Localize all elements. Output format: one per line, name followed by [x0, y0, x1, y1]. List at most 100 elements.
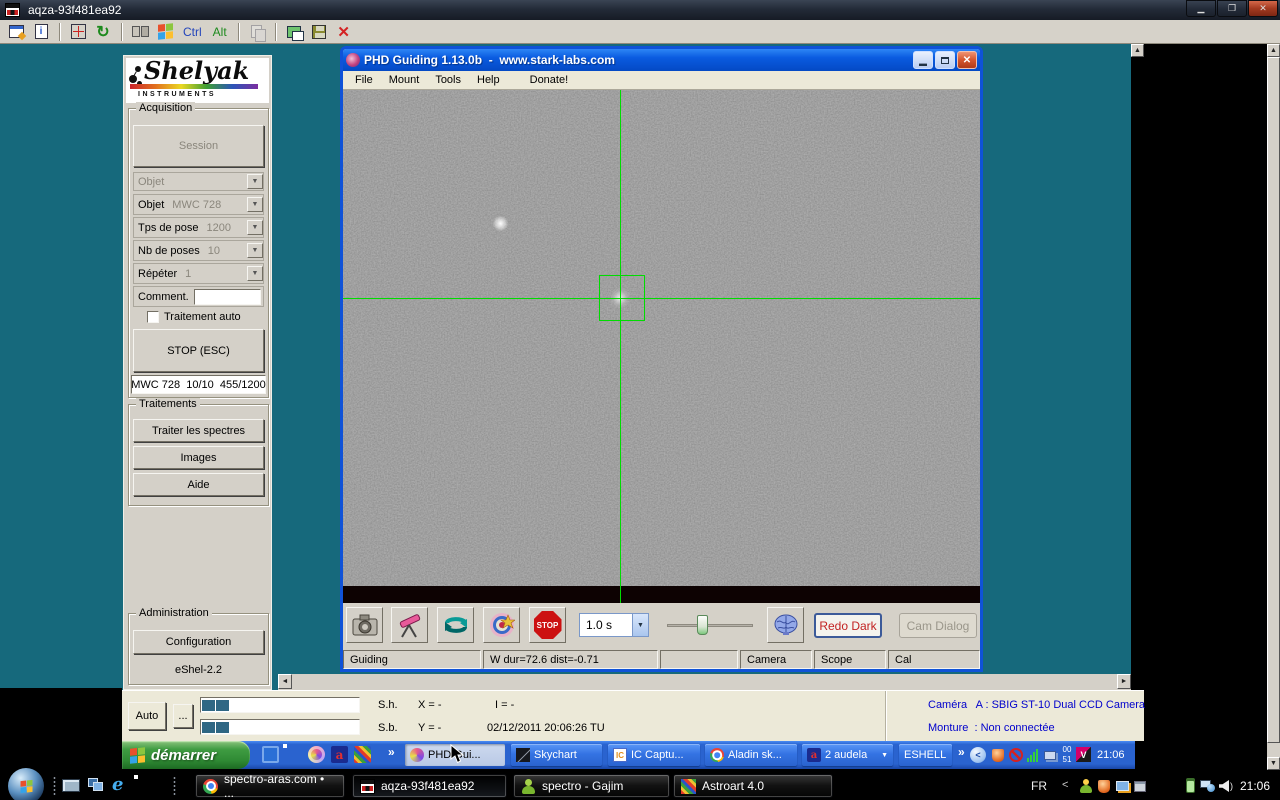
host-tray-gajim-icon[interactable]: [1078, 778, 1094, 794]
menu-mount[interactable]: Mount: [381, 74, 428, 86]
quicklaunch-astroart-icon[interactable]: [354, 746, 371, 763]
exposure-duration-combo[interactable]: 1.0 s ▼: [579, 613, 649, 637]
traitement-auto-checkbox-row[interactable]: Traitement auto: [147, 311, 241, 323]
tray-java-icon[interactable]: [990, 747, 1006, 763]
gamma-slider[interactable]: [667, 615, 753, 635]
alt-key-toggle[interactable]: Alt: [210, 25, 230, 39]
ctrl-key-toggle[interactable]: Ctrl: [180, 25, 205, 39]
vnc-task-icon: [360, 779, 375, 794]
volume-icon[interactable]: ): [1218, 778, 1234, 794]
connection-info-icon[interactable]: i: [31, 22, 51, 42]
file-transfer-icon[interactable]: [284, 22, 304, 42]
hscroll-left-arrow[interactable]: ◄: [278, 674, 292, 689]
quicklaunch-ie-icon[interactable]: [262, 746, 279, 763]
phd-minimize-button[interactable]: ▬: [913, 51, 933, 69]
slider-thumb[interactable]: [697, 615, 708, 635]
window-switcher-icon[interactable]: [88, 778, 104, 792]
fullscreen-icon[interactable]: [68, 22, 88, 42]
traiter-les-spectres-button[interactable]: Traiter les spectres: [133, 419, 264, 442]
comment-input[interactable]: [194, 289, 261, 305]
clipboard-copy-icon[interactable]: [247, 22, 267, 42]
refresh-icon[interactable]: ↻: [93, 22, 113, 42]
vscroll-down-arrow[interactable]: ▼: [1267, 757, 1280, 770]
host-task-astroart[interactable]: Astroart 4.0: [673, 774, 833, 798]
stop-esc-button[interactable]: STOP (ESC): [133, 329, 264, 372]
host-tray-java-icon[interactable]: [1096, 778, 1112, 794]
configuration-button[interactable]: Configuration: [133, 630, 264, 654]
session-button[interactable]: Session: [133, 125, 264, 167]
connection-options-icon[interactable]: [6, 22, 26, 42]
host-tray-window-icon[interactable]: [1132, 778, 1148, 794]
quicklaunch-overflow-chevron[interactable]: »: [388, 745, 395, 759]
loop-exposure-button[interactable]: [437, 607, 474, 643]
objet-combo-disabled[interactable]: Objet ▼: [133, 172, 264, 191]
host-minimize-button[interactable]: ▁: [1186, 0, 1216, 17]
dropdown-arrow-icon[interactable]: ▼: [247, 197, 263, 212]
camera-connect-button[interactable]: [346, 607, 383, 643]
show-desktop-icon[interactable]: [62, 779, 80, 792]
host-restore-button[interactable]: ❐: [1217, 0, 1247, 17]
menu-file[interactable]: File: [347, 74, 381, 86]
xp-task-ic-capture[interactable]: IC IC Captu...: [608, 744, 700, 766]
vscroll-up-arrow[interactable]: ▲: [1267, 44, 1280, 57]
network-status-icon[interactable]: [1199, 778, 1215, 794]
quicklaunch-audela-icon[interactable]: a: [331, 746, 348, 763]
menu-help[interactable]: Help: [469, 74, 508, 86]
tray-hide-icons-button[interactable]: <: [970, 747, 986, 763]
host-close-button[interactable]: ✕: [1248, 0, 1278, 17]
tray-v-icon[interactable]: V: [1076, 747, 1091, 762]
tray-network-icon[interactable]: [1042, 747, 1058, 763]
windows-key-icon[interactable]: [155, 22, 175, 42]
xp-task-skychart[interactable]: Skychart: [511, 744, 602, 766]
images-button[interactable]: Images: [133, 446, 264, 469]
phd-titlebar[interactable]: PHD Guiding 1.13.0b - www.stark-labs.com…: [343, 49, 980, 71]
phd-guide-button[interactable]: [483, 607, 520, 643]
aide-button[interactable]: Aide: [133, 473, 264, 496]
host-task-gajim[interactable]: spectro - Gajim: [513, 774, 670, 798]
tray-signal-bars-icon[interactable]: [1027, 749, 1038, 762]
audela-group-dropdown-arrow[interactable]: ▼: [881, 752, 888, 759]
host-task-chrome-spectro[interactable]: spectro-aras.com • ...: [195, 774, 345, 798]
host-task-vnc[interactable]: aqza-93f481ea92: [352, 774, 507, 798]
auto-button[interactable]: Auto: [128, 702, 166, 730]
xp-task-audela-group[interactable]: a 2 audela ▼: [802, 744, 893, 766]
stop-button[interactable]: STOP: [529, 607, 566, 643]
exposure-dropdown-arrow[interactable]: ▼: [632, 614, 648, 636]
quicklaunch-phd-icon[interactable]: [308, 746, 325, 763]
disconnect-icon[interactable]: ✕: [334, 22, 354, 42]
brain-settings-button[interactable]: [767, 607, 804, 643]
xp-task-eshell[interactable]: ESHELL: [899, 744, 952, 766]
cam-dialog-button[interactable]: Cam Dialog: [899, 613, 977, 638]
dropdown-arrow-icon[interactable]: ▼: [247, 243, 263, 258]
redo-dark-button[interactable]: Redo Dark: [814, 613, 882, 638]
dropdown-arrow-icon[interactable]: ▼: [247, 174, 263, 189]
traitement-auto-checkbox[interactable]: [147, 311, 159, 323]
dropdown-arrow-icon[interactable]: ▼: [247, 220, 263, 235]
host-tray-remote-icon[interactable]: [1114, 778, 1130, 794]
guide-image-area[interactable]: [343, 90, 980, 603]
more-options-button[interactable]: ...: [173, 704, 193, 728]
xp-task-aladin[interactable]: Aladin sk...: [705, 744, 797, 766]
phd-maximize-button[interactable]: [935, 51, 955, 69]
vscroll-thumb[interactable]: [1267, 57, 1280, 743]
language-indicator[interactable]: FR: [1031, 779, 1047, 793]
phd-close-button[interactable]: ✕: [957, 51, 977, 69]
host-tray-chevron[interactable]: <: [1062, 779, 1068, 791]
taskbar-overflow-chevron[interactable]: »: [958, 745, 965, 759]
hscroll-right-arrow[interactable]: ►: [1117, 674, 1131, 689]
audace-horizontal-scrollbar[interactable]: ◄ ►: [278, 674, 1131, 690]
ie-icon[interactable]: e: [112, 774, 123, 795]
menu-tools[interactable]: Tools: [427, 74, 469, 86]
tray-mute-icon[interactable]: [1008, 747, 1024, 763]
save-session-icon[interactable]: [309, 22, 329, 42]
menu-donate[interactable]: Donate!: [522, 74, 577, 86]
power-plug-icon[interactable]: [1182, 778, 1198, 794]
send-ctrl-alt-del-icon[interactable]: [130, 22, 150, 42]
audace-vscroll-up-arrow[interactable]: ▲: [1131, 44, 1144, 57]
host-start-orb[interactable]: [8, 768, 44, 800]
dropdown-arrow-icon[interactable]: ▼: [247, 266, 263, 281]
tray-meter-icon[interactable]: 00 51: [1060, 745, 1074, 765]
xp-start-button[interactable]: démarrer: [122, 741, 250, 769]
viewer-vertical-scrollbar[interactable]: ▲ ▼: [1267, 44, 1280, 770]
telescope-connect-button[interactable]: [391, 607, 428, 643]
